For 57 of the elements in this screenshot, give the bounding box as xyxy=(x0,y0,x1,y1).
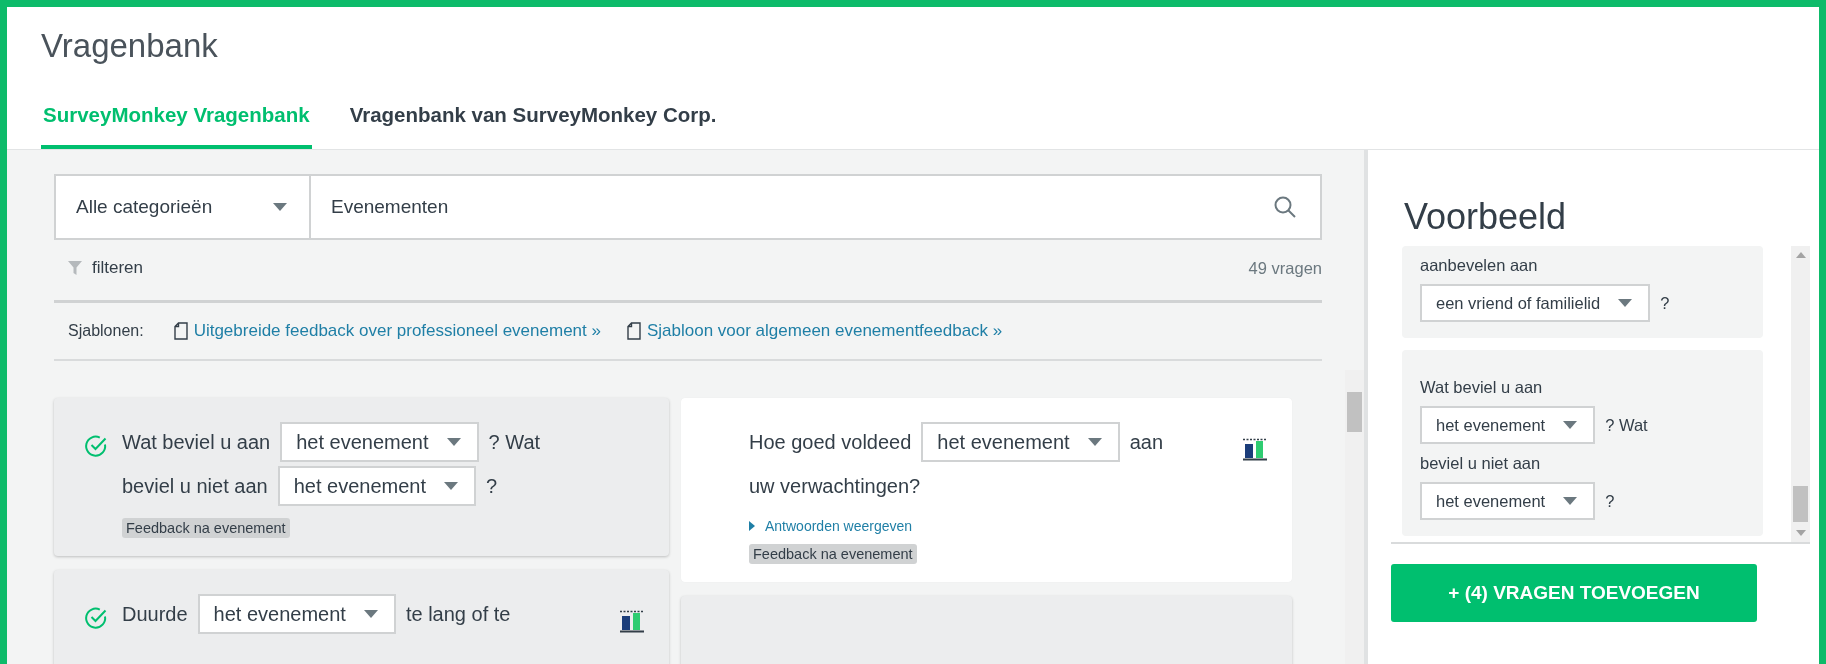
show-answers-link[interactable]: Antwoorden weergeven xyxy=(749,518,1232,534)
question-text: aan xyxy=(1129,430,1164,454)
check-circle-icon xyxy=(84,434,108,458)
caret-icon xyxy=(1563,497,1578,505)
page-title: Vragenbank xyxy=(41,27,218,65)
category-tag: Feedback na evenement xyxy=(122,518,290,538)
question-text: ? xyxy=(486,474,498,498)
template-link[interactable]: Sjabloon voor algemeen evenementfeedback » xyxy=(626,321,1003,341)
dropdown[interactable]: het evenement xyxy=(1420,482,1596,520)
question-card[interactable]: Hoe goed voldeed het evenement aan uw verwachtingen? Antwoorden weergeven Feedback na evenement xyxy=(681,398,1292,582)
scroll-up-icon[interactable] xyxy=(1795,252,1806,258)
question-card[interactable]: Wat beviel u aan het evenement ? Wat beviel u niet aan het evenement ? Feedback na evenement xyxy=(54,398,669,556)
question-text: Wat beviel u aan xyxy=(1420,377,1543,397)
dropdown[interactable]: het evenement xyxy=(197,594,396,634)
question-text: ? xyxy=(1660,293,1670,313)
caret-right-icon xyxy=(749,521,755,531)
dropdown[interactable]: het evenement xyxy=(277,466,476,506)
question-text: Wat beviel u aan xyxy=(122,430,271,454)
scroll-thumb[interactable] xyxy=(1347,392,1362,432)
filter-icon xyxy=(68,261,82,275)
caret-icon xyxy=(1618,299,1633,307)
bar-chart-icon xyxy=(619,610,645,634)
preview-title: Voorbeeld xyxy=(1404,196,1567,238)
caret-icon xyxy=(1563,421,1578,429)
caret-icon xyxy=(444,482,458,490)
bar-chart-icon xyxy=(1242,438,1268,462)
scrollbar[interactable] xyxy=(1345,370,1364,664)
scroll-thumb[interactable] xyxy=(1793,486,1808,522)
dropdown[interactable]: het evenement xyxy=(280,422,479,462)
caret-icon xyxy=(446,438,461,446)
question-text: beviel u niet aan xyxy=(1420,453,1541,473)
question-text: ? Wat xyxy=(1605,415,1648,435)
filter-button[interactable]: filteren xyxy=(68,258,144,278)
question-text: aanbevelen aan xyxy=(1420,255,1538,275)
category-tag: Feedback na evenement xyxy=(749,544,917,564)
tab[interactable]: Vragenbank van SurveyMonkey Corp. xyxy=(347,103,719,149)
question-card[interactable]: Duurde het evenement te lang of te xyxy=(54,570,669,664)
dropdown[interactable]: het evenement xyxy=(921,422,1120,462)
scroll-down-icon[interactable] xyxy=(1795,530,1806,536)
templates-label: Sjablonen: xyxy=(68,322,144,340)
question-text: Hoe goed voldeed xyxy=(749,430,912,454)
document-icon xyxy=(173,322,188,340)
template-link[interactable]: Uitgebreide feedback over professioneel evenement » xyxy=(173,321,601,341)
document-icon xyxy=(626,322,641,340)
scrollbar[interactable] xyxy=(1791,246,1810,542)
caret-icon xyxy=(1087,438,1102,446)
check-circle-icon xyxy=(84,606,108,630)
question-text: ? Wat xyxy=(488,430,541,454)
question-count: 49 vragen xyxy=(1248,258,1322,278)
question-text: beviel u niet aan xyxy=(122,474,268,498)
question-text: ? xyxy=(1605,491,1615,511)
dropdown[interactable]: het evenement xyxy=(1420,406,1596,444)
dropdown[interactable]: een vriend of familielid xyxy=(1420,284,1651,322)
question-text: uw verwachtingen? xyxy=(749,474,921,498)
caret-icon xyxy=(363,610,378,618)
question-text: te lang of te xyxy=(405,602,511,626)
question-text: Duurde xyxy=(122,602,188,626)
